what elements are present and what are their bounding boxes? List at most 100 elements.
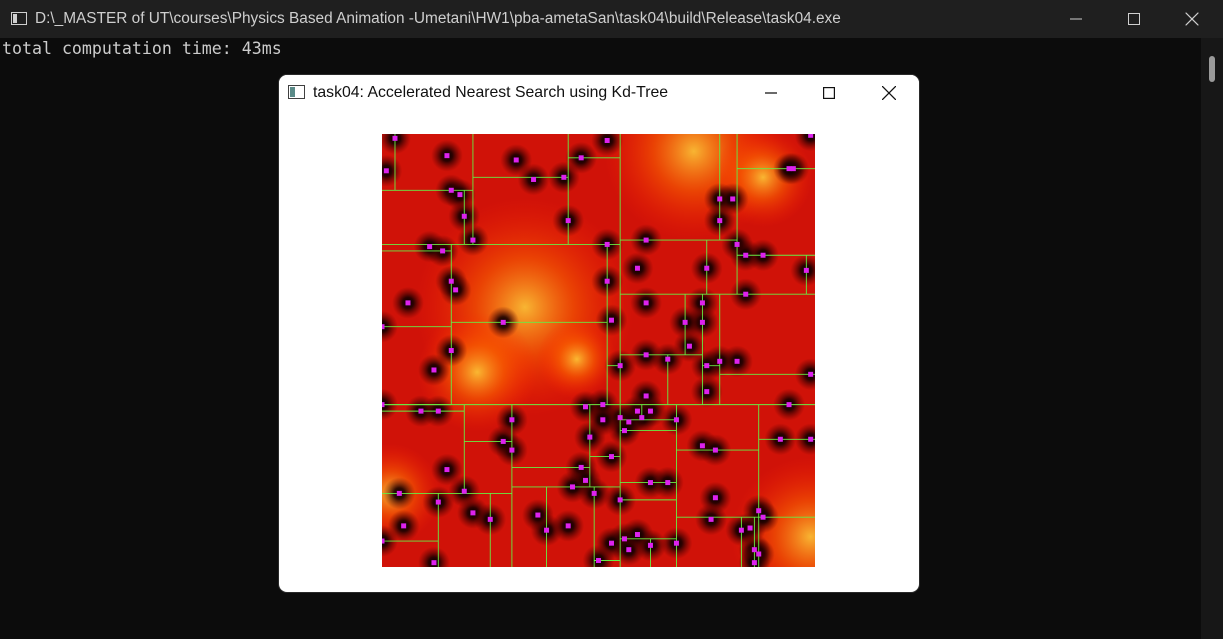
- kdtree-point: [604, 278, 610, 284]
- kdtree-point: [712, 495, 718, 501]
- kdtree-point: [535, 512, 541, 518]
- kdtree-point: [790, 166, 796, 172]
- console-maximize-button[interactable]: [1105, 0, 1163, 38]
- kdtree-point: [531, 176, 537, 182]
- console-close-button[interactable]: [1163, 0, 1221, 38]
- kdtree-point: [634, 408, 640, 414]
- kdtree-point: [734, 358, 740, 364]
- kdtree-point: [583, 477, 589, 483]
- kdtree-point: [712, 447, 718, 453]
- kdtree-distance-field: [382, 134, 815, 567]
- console-titlebar: D:\_MASTER of UT\courses\Physics Based A…: [0, 0, 1223, 38]
- kdtree-point: [786, 166, 792, 172]
- kdtree-point: [435, 499, 441, 505]
- kdtree-point: [699, 319, 705, 325]
- kdtree-point: [587, 434, 593, 440]
- kdtree-point: [382, 324, 385, 330]
- kdtree-point: [617, 497, 623, 503]
- kdtree-point: [717, 218, 723, 224]
- kdtree-point: [578, 464, 584, 470]
- kdtree-point: [470, 237, 476, 243]
- close-icon: [882, 86, 896, 100]
- kdtree-point: [383, 168, 389, 174]
- kdtree-point: [665, 480, 671, 486]
- kdtree-point: [561, 174, 567, 180]
- kdtree-point: [604, 241, 610, 247]
- kdtree-point: [509, 417, 515, 423]
- kdtree-point: [583, 404, 589, 410]
- kdtree-point: [500, 438, 506, 444]
- kdtree-point: [600, 417, 606, 423]
- kdtree-point: [751, 560, 757, 566]
- viewer-app-icon: [288, 85, 305, 99]
- kdtree-point: [509, 447, 515, 453]
- kdtree-point: [382, 402, 385, 408]
- kdtree-point: [544, 527, 550, 533]
- kdtree-point: [570, 484, 576, 490]
- kdtree-point: [634, 532, 640, 538]
- kdtree-point: [470, 510, 476, 516]
- kdtree-point: [634, 265, 640, 271]
- kdtree-point: [440, 248, 446, 254]
- kdtree-point: [621, 536, 627, 542]
- kdtree-point: [760, 514, 766, 520]
- viewer-close-button[interactable]: [860, 75, 918, 111]
- kdtree-point: [396, 490, 402, 496]
- kdtree-point: [435, 408, 441, 414]
- kdtree-point: [673, 417, 679, 423]
- kdtree-point: [448, 278, 454, 284]
- kdtree-point: [643, 352, 649, 358]
- kdtree-point: [418, 408, 424, 414]
- kdtree-render-canvas[interactable]: [382, 134, 815, 567]
- kdtree-point: [756, 551, 762, 557]
- kdtree-point: [647, 542, 653, 548]
- kdtree-point: [621, 428, 627, 434]
- console-scrollbar-thumb[interactable]: [1209, 56, 1215, 82]
- kdtree-point: [665, 356, 671, 362]
- console-minimize-button[interactable]: [1047, 0, 1105, 38]
- kdtree-point: [401, 523, 407, 529]
- kdtree-point: [756, 508, 762, 514]
- viewer-maximize-button[interactable]: [800, 75, 858, 111]
- console-window-title: D:\_MASTER of UT\courses\Physics Based A…: [35, 10, 841, 27]
- minimize-icon: [765, 92, 777, 94]
- kdtree-point: [600, 402, 606, 408]
- kdtree-point: [565, 218, 571, 224]
- maximize-icon: [823, 87, 835, 99]
- kdtree-point: [392, 135, 398, 141]
- kdtree-point: [730, 196, 736, 202]
- kdtree-point: [777, 436, 783, 442]
- kdtree-point: [639, 415, 645, 421]
- kdtree-point: [591, 490, 597, 496]
- kdtree-point: [643, 300, 649, 306]
- kdtree-point: [643, 393, 649, 399]
- kdtree-point: [608, 317, 614, 323]
- kdtree-point: [808, 436, 814, 442]
- kdtree-point: [444, 153, 450, 159]
- kdtree-point: [461, 213, 467, 219]
- kdtree-point: [704, 363, 710, 369]
- console-scrollbar[interactable]: [1201, 38, 1223, 639]
- viewer-minimize-button[interactable]: [742, 75, 800, 111]
- kdtree-point: [717, 196, 723, 202]
- kdtree-point: [743, 291, 749, 297]
- kdtree-point: [699, 300, 705, 306]
- console-output-line: total computation time: 43ms: [2, 39, 282, 58]
- kdtree-point: [747, 525, 753, 531]
- kdtree-point: [808, 371, 814, 377]
- kdtree-point: [751, 547, 757, 553]
- kdtree-point: [405, 300, 411, 306]
- kdtree-point: [743, 252, 749, 258]
- kdtree-point: [626, 419, 632, 425]
- kdtree-point: [647, 408, 653, 414]
- kdtree-point: [608, 540, 614, 546]
- kdtree-point: [808, 134, 814, 138]
- maximize-icon: [1128, 13, 1140, 25]
- kdtree-point: [448, 187, 454, 193]
- kdtree-point: [448, 348, 454, 353]
- kdtree-point: [704, 389, 710, 395]
- kdtree-point: [382, 538, 385, 544]
- kdtree-point: [738, 527, 744, 533]
- kdtree-point: [734, 241, 740, 247]
- close-icon: [1185, 12, 1199, 26]
